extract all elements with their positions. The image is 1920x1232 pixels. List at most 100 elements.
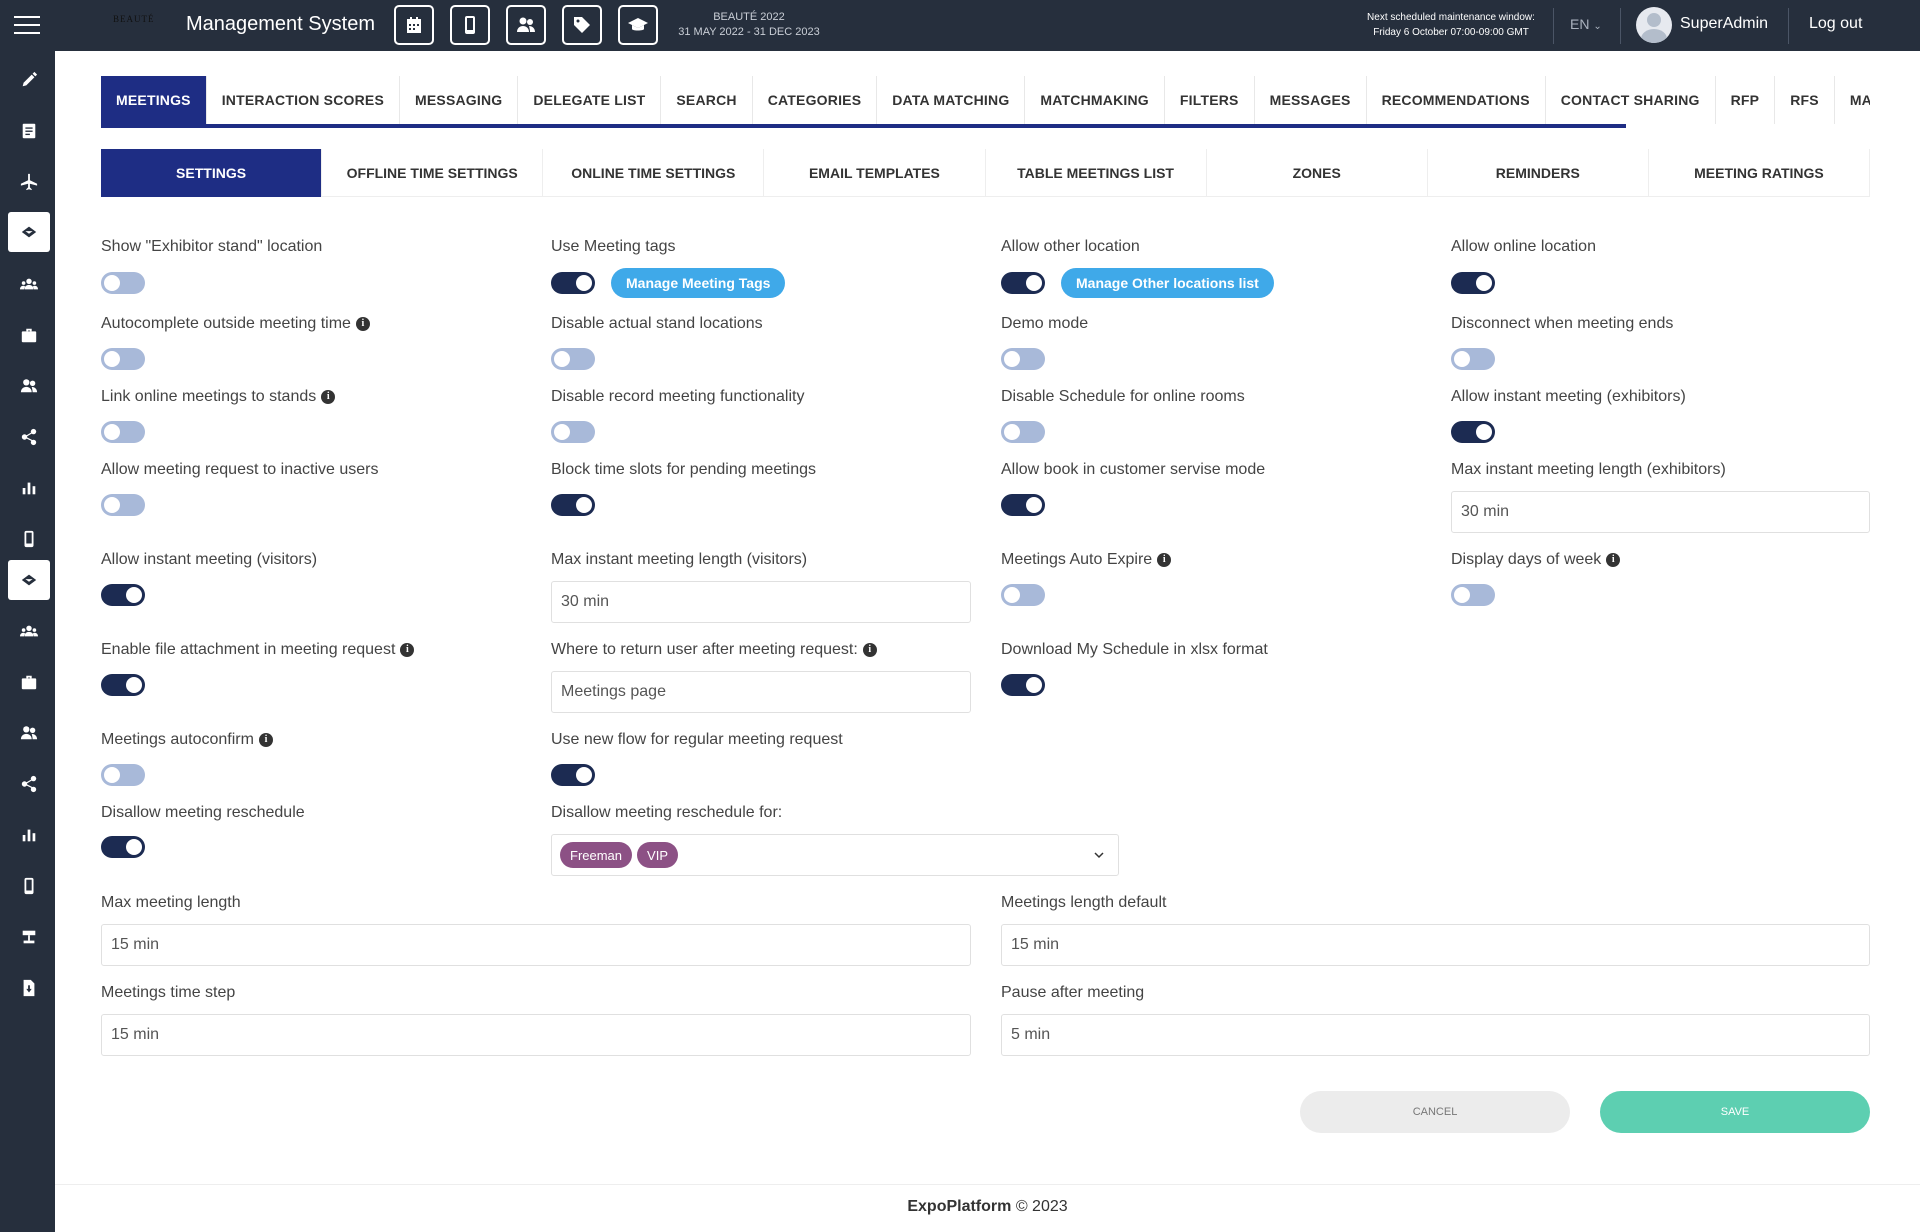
tag-freeman[interactable]: Freeman [560,842,633,868]
tab-meetings[interactable]: MEETINGS [101,76,207,124]
tab-settings[interactable]: SETTINGS [101,149,323,197]
tab-online-time-settings[interactable]: ONLINE TIME SETTINGS [543,149,765,197]
group-icon[interactable] [8,611,50,651]
language-selector[interactable]: EN ⌄ [1570,16,1602,32]
tab-interaction-scores[interactable]: INTERACTION SCORES [207,76,400,124]
display-days-of-week-toggle[interactable] [1451,584,1495,606]
footer-brand[interactable]: ExpoPlatform [907,1198,1011,1215]
calendar-icon[interactable] [394,5,434,45]
disable-stand-locations-toggle[interactable] [551,348,595,370]
share-icon[interactable] [8,417,50,457]
pencil-icon[interactable] [8,60,50,100]
tab-rfp[interactable]: RFP [1716,76,1776,124]
allow-instant-exhibitors-toggle[interactable] [1451,421,1495,443]
info-icon[interactable]: i [258,733,273,747]
graduation-cap-icon[interactable] [618,5,658,45]
pause-after-meeting-input[interactable]: 5 min [1001,1014,1870,1056]
info-icon[interactable]: i [400,643,415,657]
username[interactable]: SuperAdmin [1680,15,1768,33]
manage-meeting-tags-button[interactable]: Manage Meeting Tags [611,268,786,298]
download-schedule-xlsx-toggle[interactable] [1001,674,1045,696]
block-time-slots-toggle[interactable] [551,494,595,516]
max-instant-visitors-input[interactable]: 30 min [551,581,971,623]
use-meeting-tags-toggle[interactable] [551,272,595,294]
use-new-flow-toggle[interactable] [551,764,595,786]
tab-email-templates[interactable]: EMAIL TEMPLATES [764,149,986,197]
return-user-after-input[interactable]: Meetings page [551,671,971,713]
logout-link[interactable]: Log out [1809,15,1862,33]
tab-categories[interactable]: CATEGORIES [753,76,878,124]
autocomplete-outside-toggle[interactable] [101,348,145,370]
handshake-icon[interactable] [8,212,50,252]
plane-icon[interactable] [8,162,50,202]
tab-matchmaking[interactable]: MATCHMAKING [1025,76,1165,124]
max-meeting-length-input[interactable]: 15 min [101,924,971,966]
disallow-reschedule-for-select[interactable]: Freeman VIP [551,834,1119,876]
info-icon[interactable]: i [321,390,336,404]
briefcase-icon[interactable] [8,315,50,355]
mobile-icon[interactable] [450,5,490,45]
users-icon[interactable] [506,5,546,45]
tab-rfs[interactable]: RFS [1775,76,1835,124]
link-online-meetings-text: Link online meetings to stands [101,388,317,405]
disable-record-toggle[interactable] [551,421,595,443]
max-instant-exhibitors-input[interactable]: 30 min [1451,491,1870,533]
meetings-time-step-input[interactable]: 15 min [101,1014,971,1056]
allow-request-inactive-toggle[interactable] [101,494,145,516]
disconnect-when-ends-toggle[interactable] [1451,348,1495,370]
tab-table-meetings-list[interactable]: TABLE MEETINGS LIST [986,149,1207,197]
mobile-icon[interactable] [8,519,50,559]
allow-other-location-toggle[interactable] [1001,272,1045,294]
demo-mode-toggle[interactable] [1001,348,1045,370]
tab-messages[interactable]: MESSAGES [1255,76,1367,124]
tab-meeting-ratings[interactable]: MEETING RATINGS [1649,149,1870,197]
meetings-auto-expire-toggle[interactable] [1001,584,1045,606]
tab-manage-per[interactable]: MANAGE PER [1835,76,1870,124]
stand-icon[interactable] [8,917,50,957]
tab-recommendations[interactable]: RECOMMENDATIONS [1367,76,1546,124]
meetings-length-default-input[interactable]: 15 min [1001,924,1870,966]
hamburger-menu-icon[interactable] [14,16,40,36]
tab-data-matching[interactable]: DATA MATCHING [877,76,1026,124]
tab-zones[interactable]: ZONES [1207,149,1428,197]
avatar[interactable] [1636,7,1672,43]
tab-reminders[interactable]: REMINDERS [1428,149,1649,197]
allow-instant-visitors-toggle[interactable] [101,584,145,606]
tab-contact-sharing[interactable]: CONTACT SHARING [1546,76,1716,124]
tab-filters[interactable]: FILTERS [1165,76,1255,124]
bar-chart-icon[interactable] [8,468,50,508]
meetings-autoconfirm-toggle[interactable] [101,764,145,786]
share-icon[interactable] [8,764,50,804]
allow-book-customer-toggle[interactable] [1001,494,1045,516]
show-exhibitor-stand-toggle[interactable] [101,272,145,294]
tag-vip[interactable]: VIP [637,842,678,868]
info-icon[interactable]: i [1157,553,1172,567]
tab-search[interactable]: SEARCH [661,76,753,124]
info-icon[interactable]: i [355,317,370,331]
users-icon[interactable] [8,366,50,406]
tab-offline-time-settings[interactable]: OFFLINE TIME SETTINGS [322,149,544,197]
bar-chart-icon[interactable] [8,815,50,855]
mobile-icon[interactable] [8,866,50,906]
users-icon[interactable] [8,713,50,753]
tab-messaging[interactable]: MESSAGING [400,76,519,124]
file-export-icon[interactable] [8,968,50,1008]
save-button[interactable]: SAVE [1600,1091,1870,1133]
info-icon[interactable]: i [1606,553,1621,567]
document-icon[interactable] [8,111,50,151]
info-icon[interactable]: i [862,643,877,657]
manage-other-locations-button[interactable]: Manage Other locations list [1061,268,1274,298]
link-online-meetings-toggle[interactable] [101,421,145,443]
disable-schedule-online-toggle[interactable] [1001,421,1045,443]
tag-icon[interactable] [562,5,602,45]
cancel-button[interactable]: CANCEL [1300,1091,1570,1133]
max-meeting-length-label: Max meeting length [101,894,241,911]
allow-online-location-toggle[interactable] [1451,272,1495,294]
briefcase-icon[interactable] [8,662,50,702]
chevron-down-icon[interactable] [1092,848,1106,862]
handshake-icon[interactable] [8,560,50,600]
tab-delegate-list[interactable]: DELEGATE LIST [518,76,662,124]
enable-file-attachment-toggle[interactable] [101,674,145,696]
group-icon[interactable] [8,264,50,304]
disallow-reschedule-toggle[interactable] [101,836,145,858]
